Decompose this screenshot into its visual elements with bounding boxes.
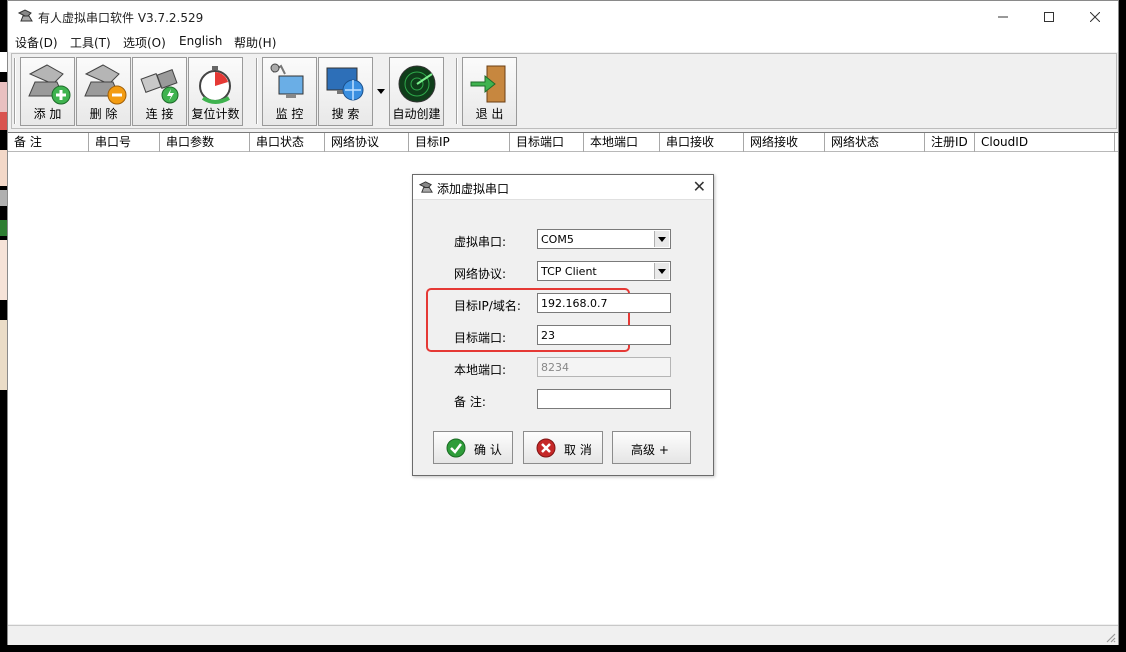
app-icon bbox=[17, 9, 33, 22]
exit-button[interactable]: 退 出 bbox=[462, 57, 517, 126]
col-cloud-id[interactable]: CloudID bbox=[975, 133, 1115, 152]
add-button[interactable]: 添 加 bbox=[20, 57, 75, 126]
minimize-icon bbox=[998, 16, 1008, 17]
delete-port-icon bbox=[83, 64, 126, 105]
window-title: 有人虚拟串口软件 V3.7.2.529 bbox=[38, 11, 204, 25]
search-label: 搜 索 bbox=[331, 107, 360, 121]
target-port-label: 目标端口: bbox=[454, 331, 507, 345]
col-register-id[interactable]: 注册ID bbox=[925, 133, 975, 152]
dialog-title: 添加虚拟串口 bbox=[437, 182, 510, 196]
cancel-x-icon bbox=[536, 438, 556, 458]
auto-create-label: 自动创建 bbox=[392, 107, 441, 121]
remark-input[interactable] bbox=[537, 389, 671, 409]
menu-english[interactable]: English bbox=[179, 34, 222, 48]
target-ip-input[interactable]: 192.168.0.7 bbox=[537, 293, 671, 313]
ok-label: 确 认 bbox=[474, 443, 502, 457]
col-port-params[interactable]: 串口参数 bbox=[160, 133, 250, 152]
col-port-status[interactable]: 串口状态 bbox=[250, 133, 325, 152]
virtual-port-label: 虚拟串口: bbox=[454, 235, 507, 249]
connect-button[interactable]: 连 接 bbox=[132, 57, 187, 126]
column-header: 备 注 串口号 串口参数 串口状态 网络协议 目标IP 目标端口 本地端口 串口… bbox=[8, 133, 1118, 152]
connect-plug-icon bbox=[139, 69, 178, 104]
monitor-label: 监 控 bbox=[275, 107, 304, 121]
virtual-port-select[interactable]: COM5 bbox=[537, 229, 671, 249]
col-port-number[interactable]: 串口号 bbox=[89, 133, 160, 152]
menu-bar: 设备(D) 工具(T) 选项(O) English 帮助(H) bbox=[8, 32, 1118, 52]
cancel-button[interactable]: 取 消 bbox=[523, 431, 603, 464]
minimize-button[interactable] bbox=[980, 1, 1026, 32]
dialog-title-bar: 添加虚拟串口 ✕ bbox=[413, 175, 713, 200]
add-port-icon bbox=[27, 64, 70, 105]
col-target-port[interactable]: 目标端口 bbox=[510, 133, 584, 152]
add-virtual-port-dialog: 添加虚拟串口 ✕ 虚拟串口: COM5 网络协议: TCP Client 目标I… bbox=[412, 174, 714, 476]
monitor-icon bbox=[270, 63, 303, 98]
radar-icon bbox=[398, 65, 435, 103]
title-bar: 有人虚拟串口软件 V3.7.2.529 bbox=[8, 1, 1118, 32]
exit-label: 退 出 bbox=[475, 107, 504, 121]
search-dropdown-arrow[interactable] bbox=[374, 57, 388, 126]
col-port-rx[interactable]: 串口接收 bbox=[660, 133, 744, 152]
reset-count-button[interactable]: 复位计数 bbox=[188, 57, 243, 126]
ok-button[interactable]: 确 认 bbox=[433, 431, 513, 464]
delete-button[interactable]: 删 除 bbox=[76, 57, 131, 126]
checkmark-icon bbox=[446, 438, 466, 458]
stopwatch-reset-icon bbox=[198, 66, 231, 104]
auto-create-button[interactable]: 自动创建 bbox=[389, 57, 444, 126]
menu-options[interactable]: 选项(O) bbox=[123, 34, 166, 51]
reset-count-label: 复位计数 bbox=[191, 107, 240, 121]
monitor-button[interactable]: 监 控 bbox=[262, 57, 317, 126]
menu-help[interactable]: 帮助(H) bbox=[234, 34, 276, 51]
connect-label: 连 接 bbox=[145, 107, 174, 121]
app-icon bbox=[418, 181, 433, 193]
col-local-port[interactable]: 本地端口 bbox=[584, 133, 660, 152]
protocol-label: 网络协议: bbox=[454, 267, 507, 281]
maximize-icon bbox=[1044, 11, 1054, 22]
dialog-close-icon[interactable]: ✕ bbox=[693, 177, 706, 196]
local-port-input: 8234 bbox=[537, 357, 671, 377]
col-target-ip[interactable]: 目标IP bbox=[409, 133, 510, 152]
close-button[interactable] bbox=[1072, 1, 1118, 32]
search-button[interactable]: 搜 索 bbox=[318, 57, 373, 126]
protocol-value: TCP Client bbox=[541, 265, 597, 278]
remark-label: 备 注: bbox=[454, 395, 486, 409]
local-port-label: 本地端口: bbox=[454, 363, 507, 377]
col-protocol[interactable]: 网络协议 bbox=[325, 133, 409, 152]
delete-label: 删 除 bbox=[89, 107, 118, 121]
menu-tools[interactable]: 工具(T) bbox=[70, 34, 111, 51]
col-net-status[interactable]: 网络状态 bbox=[825, 133, 925, 152]
close-icon bbox=[1090, 11, 1100, 22]
protocol-select[interactable]: TCP Client bbox=[537, 261, 671, 281]
chevron-down-icon[interactable] bbox=[654, 231, 669, 247]
col-remark[interactable]: 备 注 bbox=[8, 133, 89, 152]
cancel-label: 取 消 bbox=[564, 443, 592, 457]
advanced-label: 高级 + bbox=[631, 443, 669, 457]
resize-grip-icon[interactable] bbox=[1104, 631, 1116, 643]
maximize-button[interactable] bbox=[1026, 1, 1072, 32]
add-label: 添 加 bbox=[33, 107, 62, 121]
col-net-rx[interactable]: 网络接收 bbox=[744, 133, 825, 152]
status-bar bbox=[8, 625, 1118, 645]
exit-door-icon bbox=[470, 65, 505, 103]
menu-device[interactable]: 设备(D) bbox=[15, 34, 58, 51]
toolbar: 添 加 删 除 连 接 复位计数 监 控 搜 索 自动创建 退 出 bbox=[11, 53, 1117, 129]
target-port-input[interactable]: 23 bbox=[537, 325, 671, 345]
search-globe-icon bbox=[326, 67, 363, 101]
chevron-down-icon[interactable] bbox=[654, 263, 669, 279]
advanced-button[interactable]: 高级 + bbox=[612, 431, 691, 464]
virtual-port-value: COM5 bbox=[541, 233, 574, 246]
target-ip-label: 目标IP/域名: bbox=[454, 299, 521, 313]
